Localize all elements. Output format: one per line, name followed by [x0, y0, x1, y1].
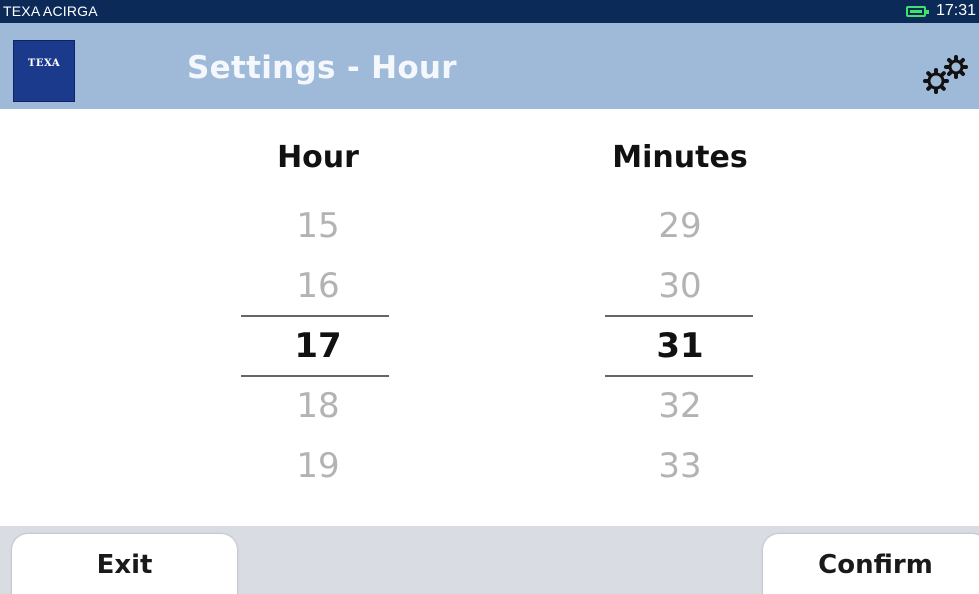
minutes-option[interactable]: 32 — [572, 386, 788, 426]
battery-icon — [906, 6, 929, 17]
hour-option[interactable]: 18 — [210, 386, 426, 426]
minutes-selection-line-top — [605, 315, 753, 317]
status-app-name: TEXA ACIRGA — [3, 3, 98, 19]
hour-label: Hour — [277, 140, 359, 175]
hour-option[interactable]: 15 — [210, 206, 426, 246]
status-clock: 17:31 — [936, 2, 977, 19]
minutes-option[interactable]: 30 — [572, 266, 788, 306]
app-header: TEXA Settings - Hour — [0, 23, 979, 109]
hour-picker-wheel[interactable]: 15 16 17 18 19 — [210, 184, 426, 504]
minutes-selected-value[interactable]: 31 — [572, 326, 788, 366]
minutes-picker-wheel[interactable]: 29 30 31 32 33 — [572, 184, 788, 504]
footer-bar: Exit Confirm — [0, 526, 979, 594]
hour-selection-line-top — [241, 315, 389, 317]
confirm-button[interactable]: Confirm — [763, 534, 979, 594]
exit-button[interactable]: Exit — [12, 534, 237, 594]
hour-option[interactable]: 19 — [210, 446, 426, 486]
minutes-label: Minutes — [612, 140, 748, 175]
hour-selected-value[interactable]: 17 — [210, 326, 426, 366]
status-bar: TEXA ACIRGA 17:31 — [0, 0, 979, 23]
logo-text: TEXA — [27, 58, 61, 69]
minutes-option[interactable]: 29 — [572, 206, 788, 246]
minutes-option[interactable]: 33 — [572, 446, 788, 486]
gears-icon — [923, 55, 968, 94]
page-title: Settings - Hour — [187, 50, 457, 86]
minutes-selection-line-bottom — [605, 375, 753, 377]
settings-button[interactable] — [920, 53, 972, 99]
hour-option[interactable]: 16 — [210, 266, 426, 306]
texa-logo: TEXA — [13, 40, 75, 102]
hour-selection-line-bottom — [241, 375, 389, 377]
